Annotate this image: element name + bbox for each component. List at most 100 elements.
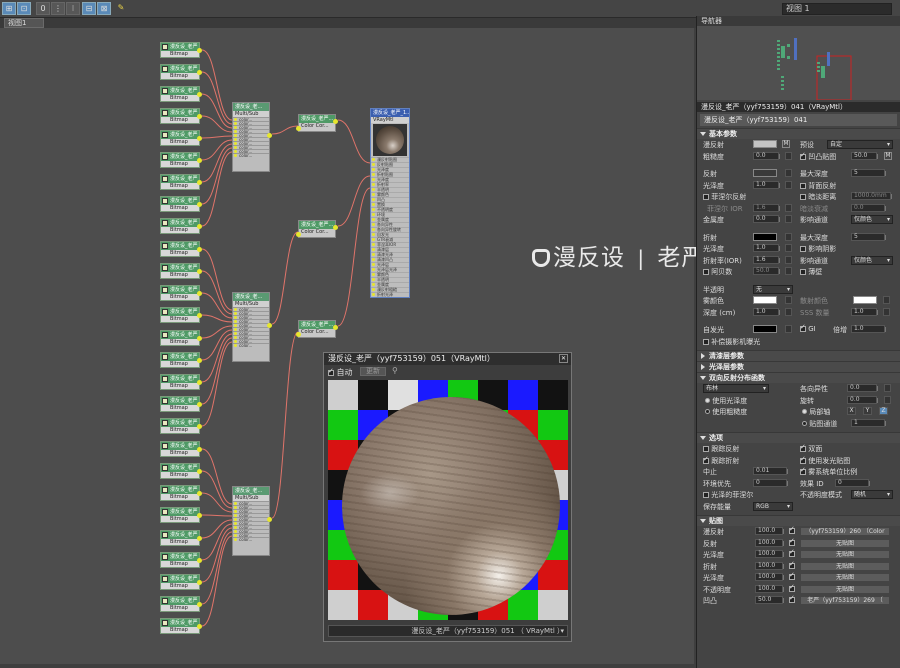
bitmap-node[interactable]: 漫反设_老严 Bitmap: [160, 241, 202, 257]
color-output-port[interactable]: [333, 119, 338, 124]
rotation-spinner[interactable]: 0.0: [847, 395, 878, 404]
axis-z-button[interactable]: Z: [879, 407, 888, 415]
dim-distance-checkbox[interactable]: 暗淡距离: [800, 192, 836, 202]
dim-falloff-spinner[interactable]: 0.0: [851, 203, 886, 212]
refract-gloss-spinner[interactable]: 1.0: [753, 244, 780, 252]
multimap-node[interactable]: 漫反设_老... Multi/Sub color... color... color..…: [232, 102, 272, 172]
bitmap-node[interactable]: 漫反设_老严 Bitmap: [160, 507, 202, 523]
map-slot-button[interactable]: 无贴图: [800, 573, 890, 582]
metal-spinner[interactable]: 0.0: [753, 215, 780, 223]
multimap-node[interactable]: 漫反设_老... Multi/Sub color... color... color..…: [232, 292, 272, 362]
bitmap-output-port[interactable]: [197, 358, 202, 363]
abbe-spinner[interactable]: 50.0: [753, 267, 780, 275]
map-channel-radio[interactable]: 贴图通道: [802, 419, 837, 429]
bitmap-output-port[interactable]: [197, 402, 202, 407]
compensate-camera-checkbox[interactable]: 补偿摄影机曝光: [703, 337, 760, 347]
depth-spinner[interactable]: 1.0: [753, 307, 780, 316]
double-sided-checkbox[interactable]: 双面: [800, 443, 822, 454]
axis-y-button[interactable]: Y: [863, 407, 872, 415]
metal-map-slot[interactable]: [785, 215, 792, 223]
color-input-port[interactable]: [296, 126, 301, 131]
close-icon[interactable]: ✕: [559, 354, 568, 363]
map-slot-button[interactable]: 无贴图: [800, 538, 890, 548]
preview-titlebar[interactable]: 漫反设_老严（yyf753159）051（VRayMtl） ✕: [324, 353, 571, 365]
bitmap-node[interactable]: 漫反设_老严 Bitmap: [160, 108, 202, 124]
map-amount-spinner[interactable]: 100.0: [755, 573, 784, 581]
bitmap-output-port[interactable]: [197, 602, 202, 607]
multimap-slot[interactable]: color...: [233, 537, 269, 542]
fresnel-ior-map-slot[interactable]: [785, 203, 792, 212]
sss-spinner[interactable]: 1.0: [851, 307, 878, 316]
refract-depth-spinner[interactable]: 5: [851, 232, 886, 241]
multimap-output-port[interactable]: [267, 133, 272, 138]
roughness-spinner[interactable]: 0.0: [753, 151, 780, 160]
bitmap-output-port[interactable]: [197, 513, 202, 518]
map-amount-spinner[interactable]: 100.0: [755, 584, 784, 593]
thin-wall-checkbox[interactable]: 薄壁: [800, 267, 822, 277]
refract-gloss-map-slot[interactable]: [785, 244, 792, 252]
bitmap-output-port[interactable]: [197, 70, 202, 75]
abbe-checkbox[interactable]: 阿贝数: [703, 267, 732, 277]
bitmap-node[interactable]: 漫反设_老严 Bitmap: [160, 307, 202, 323]
layout-horizontal-button[interactable]: ⁝: [66, 2, 80, 15]
back-reflect-checkbox[interactable]: 背面反射: [800, 181, 836, 191]
bitmap-output-port[interactable]: [197, 180, 202, 185]
preset-dropdown[interactable]: 自定: [827, 140, 893, 149]
bitmap-output-port[interactable]: [197, 447, 202, 452]
use-illum-map-checkbox[interactable]: 使用发光贴图: [800, 455, 850, 466]
bitmap-node[interactable]: 漫反设_老严 Bitmap: [160, 196, 202, 212]
layout-children-button[interactable]: ⊠: [97, 2, 111, 15]
affect-shadow-checkbox[interactable]: 影响阴影: [800, 244, 836, 254]
bitmap-node[interactable]: 漫反设_老严 Bitmap: [160, 218, 202, 234]
color-correction-node[interactable]: 漫反设_老严... Color Cor...: [296, 114, 338, 132]
map-slot-button[interactable]: 无贴图: [800, 584, 890, 594]
bitmap-output-port[interactable]: [197, 136, 202, 141]
max-depth-spinner[interactable]: 5: [851, 169, 886, 177]
bitmap-output-port[interactable]: [197, 580, 202, 585]
preview-options-icon[interactable]: ⚲: [392, 366, 398, 375]
ior-spinner[interactable]: 1.6: [753, 255, 780, 264]
bitmap-node[interactable]: 漫反设_老严 Bitmap: [160, 618, 202, 634]
multimap-output-port[interactable]: [267, 323, 272, 328]
color-input-port[interactable]: [296, 332, 301, 337]
diffuse-map-button[interactable]: M: [782, 140, 790, 148]
bitmap-output-port[interactable]: [197, 380, 202, 385]
bitmap-node[interactable]: 漫反设_老严 Bitmap: [160, 64, 202, 80]
brdf-type-dropdown[interactable]: 布林: [703, 384, 769, 393]
bitmap-output-port[interactable]: [197, 469, 202, 474]
gloss-map-slot[interactable]: [785, 180, 792, 189]
scatter-color-swatch[interactable]: [853, 296, 877, 304]
preview-material-select[interactable]: 漫反设_老严（yyf753159）051 （ VRayMtl ） ▾: [328, 625, 568, 637]
axis-x-button[interactable]: X: [847, 407, 856, 415]
brdf-header[interactable]: 双向反射分布函数: [697, 372, 900, 383]
multimap-output-port[interactable]: [267, 517, 272, 522]
trace-reflect-checkbox[interactable]: 跟踪反射: [703, 444, 739, 454]
anisotropy-map-slot[interactable]: [884, 384, 891, 392]
multiplier-spinner[interactable]: 1.0: [851, 325, 886, 333]
trace-refract-checkbox[interactable]: 跟踪折射: [703, 455, 739, 466]
refract-swatch[interactable]: [753, 232, 777, 241]
bitmap-output-port[interactable]: [197, 224, 202, 229]
bitmap-output-port[interactable]: [197, 202, 202, 207]
bitmap-node[interactable]: 漫反设_老严 Bitmap: [160, 152, 202, 168]
bitmap-node[interactable]: 漫反设_老严 Bitmap: [160, 352, 202, 368]
coat-parameters-header[interactable]: 清漆层参数: [697, 350, 900, 361]
bitmap-node[interactable]: 漫反设_老严 Bitmap: [160, 441, 202, 457]
tab-view-1[interactable]: 视图1: [4, 18, 44, 28]
map-enable-checkbox[interactable]: [789, 548, 795, 558]
multimap-node[interactable]: 漫反设_老... Multi/Sub color... color... color..…: [232, 486, 272, 556]
map-amount-spinner[interactable]: 100.0: [755, 561, 784, 570]
bump-map-spinner[interactable]: 50.0: [851, 151, 878, 160]
bitmap-output-port[interactable]: [197, 313, 202, 318]
translucency-dropdown[interactable]: 无: [753, 284, 793, 294]
color-correction-node[interactable]: 漫反设_老严... Color Cor...: [296, 320, 338, 338]
use-gloss-radio[interactable]: 使用光泽度: [705, 396, 747, 406]
multimap-slot[interactable]: color...: [233, 343, 269, 348]
map-enable-checkbox[interactable]: [789, 571, 795, 581]
map-enable-checkbox[interactable]: [789, 537, 795, 547]
scatter-color-map-slot[interactable]: [883, 296, 890, 304]
cutoff-spinner[interactable]: 0.01: [753, 467, 788, 475]
reflect-swatch[interactable]: [753, 169, 777, 177]
use-rough-radio[interactable]: 使用粗糙度: [705, 407, 747, 417]
color-output-port[interactable]: [333, 325, 338, 330]
